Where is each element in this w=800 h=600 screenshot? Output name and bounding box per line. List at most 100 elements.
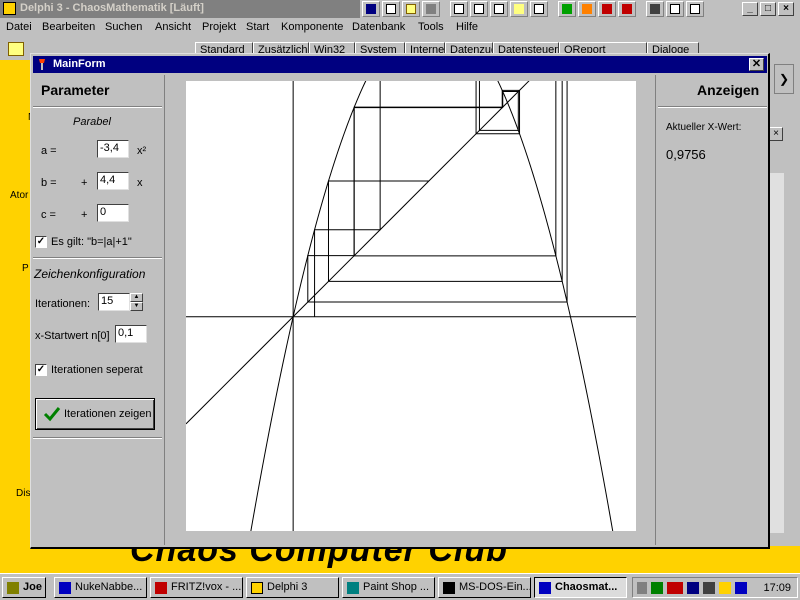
start-label: x-Startwert n[0] (35, 330, 110, 342)
separate-checkbox[interactable]: ✓ (35, 364, 47, 376)
task-label: Delphi 3 (267, 581, 308, 593)
parameter-panel: Parameter Parabel a = -3,4 x² b = + 4,4 … (33, 75, 164, 545)
tray-app-icon[interactable] (651, 582, 663, 594)
nuke-icon (59, 582, 71, 594)
calendar-icon[interactable] (530, 1, 548, 17)
menu-tools[interactable]: Tools (418, 21, 444, 33)
ide-close-icon[interactable]: × (778, 2, 794, 16)
a-suffix: x² (137, 145, 147, 157)
menu-datei[interactable]: Datei (6, 21, 32, 33)
menu-suchen[interactable]: Suchen (105, 21, 142, 33)
clock: 17:09 (763, 582, 791, 594)
b-field[interactable]: 4,4 (97, 172, 129, 190)
task-msdos[interactable]: MS-DOS-Ein... (438, 577, 531, 598)
show-iterations-label: Iterationen zeigen (64, 408, 152, 420)
menu-hilfe[interactable]: Hilfe (456, 21, 478, 33)
copy-icon[interactable] (666, 1, 684, 17)
plot-panel (164, 0, 656, 569)
task-label: FRITZ!vox - ... (171, 581, 242, 593)
task-label: Paint Shop ... (363, 581, 430, 593)
current-x-value: 0,9756 (666, 147, 706, 162)
paintshop-icon (347, 582, 359, 594)
start-field[interactable]: 0,1 (115, 325, 147, 343)
divider (33, 257, 162, 259)
bg-label: P (22, 263, 29, 274)
rule-checkbox[interactable]: ✓ (35, 236, 47, 248)
monitor-icon[interactable] (687, 582, 699, 594)
ide-menu-bar: Datei Bearbeiten Suchen Ansicht Projekt … (0, 18, 360, 38)
tray-misc2-icon[interactable] (735, 582, 747, 594)
save-icon[interactable] (422, 1, 440, 17)
stop-icon[interactable] (362, 1, 380, 17)
a-field[interactable]: -3,4 (97, 140, 129, 158)
clipboard-icon[interactable] (686, 1, 704, 17)
maximize-icon[interactable]: □ (760, 2, 776, 16)
task-label: Chaosmat... (555, 581, 618, 593)
current-x-label: Aktueller X-Wert: (666, 122, 742, 133)
puzzle-icon[interactable] (618, 1, 636, 17)
spin-down-icon[interactable]: ▼ (130, 302, 143, 311)
bg-label: Ator (10, 190, 29, 201)
tray-misc-icon[interactable] (719, 582, 731, 594)
close-icon[interactable]: × (769, 127, 783, 141)
windows-logo-icon (7, 582, 19, 594)
spin-up-icon[interactable]: ▲ (130, 293, 143, 302)
parameter-header: Parameter (41, 82, 110, 98)
menu-bearbeiten[interactable]: Bearbeiten (42, 21, 95, 33)
a-label: a = (41, 145, 57, 157)
task-chaosmathematik[interactable]: Chaosmat... (534, 577, 627, 598)
task-label: MS-DOS-Ein... (459, 581, 531, 593)
open-project-icon[interactable] (8, 42, 24, 56)
check-icon[interactable] (450, 1, 468, 17)
menu-ansicht[interactable]: Ansicht (155, 21, 191, 33)
task-nukenabber[interactable]: NukeNabbe... (54, 577, 147, 598)
menu-datenbank[interactable]: Datenbank (352, 21, 405, 33)
iterations-stepper[interactable]: ▲ ▼ (130, 293, 143, 311)
flower-icon[interactable] (578, 1, 596, 17)
show-iterations-button[interactable]: Iterationen zeigen (35, 398, 155, 430)
scrollbar[interactable] (770, 173, 784, 533)
chaos-app-icon (539, 582, 551, 594)
c-field[interactable]: 0 (97, 204, 129, 222)
card-icon[interactable] (470, 1, 488, 17)
new-icon[interactable] (382, 1, 400, 17)
mainform-window: MainForm ✕ Parameter Parabel a = -3,4 x²… (30, 0, 770, 569)
delphi-icon (251, 582, 263, 594)
torch-icon (39, 59, 45, 70)
start-button[interactable]: Joe (2, 577, 46, 598)
system-tray: 17:09 (632, 577, 798, 598)
msdos-icon (443, 582, 455, 594)
start-label: Joe (23, 581, 42, 593)
task-paintshop[interactable]: Paint Shop ... (342, 577, 435, 598)
speaker-icon[interactable] (637, 582, 647, 594)
doc-icon[interactable] (490, 1, 508, 17)
cobweb-plot (185, 0, 636, 569)
display-panel: Anzeigen Aktueller X-Wert: 0,9756 (658, 75, 767, 545)
c-sign: + (81, 209, 88, 221)
divider (33, 106, 162, 108)
note-icon[interactable] (510, 1, 528, 17)
ide-title: Delphi 3 - ChaosMathematik [Läuft] (20, 2, 204, 14)
close-button[interactable]: ✕ (749, 58, 764, 71)
network-icon[interactable] (703, 582, 715, 594)
u-icon[interactable] (558, 1, 576, 17)
display-header: Anzeigen (697, 82, 760, 98)
zip-icon[interactable] (667, 582, 683, 594)
minimize-icon[interactable]: _ (742, 2, 758, 16)
menu-komponente[interactable]: Komponente (281, 21, 343, 33)
iterations-field[interactable]: 15 (98, 293, 130, 311)
task-fritzvox[interactable]: FRITZ!vox - ... (150, 577, 243, 598)
parabel-title: Parabel (73, 116, 111, 128)
menu-projekt[interactable]: Projekt (202, 21, 236, 33)
gear-icon[interactable] (598, 1, 616, 17)
parabola-curve (244, 11, 620, 569)
fritz-icon (155, 582, 167, 594)
separate-label: Iterationen seperat (51, 364, 143, 376)
task-delphi[interactable]: Delphi 3 (246, 577, 339, 598)
people-icon[interactable] (646, 1, 664, 17)
ide-toolbar: _ □ × (360, 0, 800, 18)
chevron-right-icon[interactable]: ❯ (774, 64, 794, 94)
divider (33, 437, 162, 439)
menu-start[interactable]: Start (246, 21, 269, 33)
open-icon[interactable] (402, 1, 420, 17)
